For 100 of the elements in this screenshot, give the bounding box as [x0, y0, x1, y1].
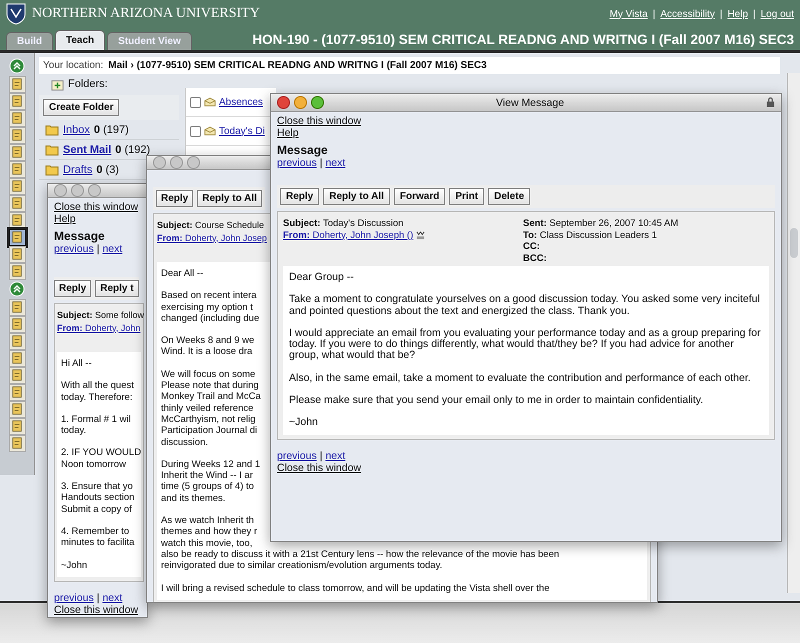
link-separator: | — [96, 243, 100, 255]
action-button[interactable]: Reply to All — [323, 188, 390, 205]
folder-count: 0 (192) — [115, 144, 150, 156]
message-subject-link[interactable]: Today's Di — [219, 126, 265, 136]
message-line: Handouts section — [61, 492, 134, 504]
folder-count: 0 (3) — [96, 164, 119, 176]
contact-card-icon[interactable] — [416, 231, 426, 240]
next-link[interactable]: next — [102, 243, 122, 255]
tool-icon[interactable] — [8, 76, 26, 93]
tool-icon[interactable] — [8, 229, 26, 246]
lock-icon — [766, 97, 775, 108]
window-zoom-button[interactable] — [311, 96, 324, 109]
university-name: NORTHERN ARIZONA UNIVERSITY — [32, 6, 260, 22]
close-window-link[interactable]: Close this window — [54, 201, 138, 213]
subject-line: Subject: Some follow — [57, 310, 144, 322]
tool-icon[interactable] — [8, 93, 26, 110]
course-title: HON-190 - (1077-9510) SEM CRITICAL READNG AND WRITNG I (Fall 2007 M16) SEC3 — [252, 32, 794, 46]
collapse-icon[interactable] — [9, 281, 25, 297]
close-window-link[interactable]: Close this window — [277, 115, 362, 127]
action-button[interactable]: Reply t — [95, 280, 139, 297]
folder-count: 0 (197) — [94, 124, 129, 136]
tool-icon[interactable] — [8, 110, 26, 127]
previous-link[interactable]: previous — [277, 157, 317, 169]
message-line: 4. Remember to — [61, 526, 130, 538]
message-line: 3. Ensure that yo — [61, 481, 133, 492]
scrollbar[interactable] — [787, 73, 800, 593]
window-close-button[interactable] — [277, 96, 290, 109]
tool-icon[interactable] — [8, 367, 26, 384]
header-link[interactable]: Accessibility — [660, 8, 715, 20]
action-button[interactable]: Reply — [156, 190, 194, 207]
message-line: Noon tomorrow — [61, 458, 126, 470]
action-button[interactable]: Reply — [280, 188, 320, 205]
previous-link[interactable]: previous — [54, 243, 94, 255]
close-window-link[interactable]: Close this window — [54, 604, 138, 616]
folder-link[interactable]: Drafts — [63, 164, 92, 176]
help-link[interactable]: Help — [277, 127, 299, 139]
help-link[interactable]: Help — [54, 213, 76, 225]
tool-icon[interactable] — [8, 333, 26, 350]
tool-icon[interactable] — [8, 127, 26, 144]
message-line: changed (including due — [161, 312, 260, 324]
message-line: I will bring a revised schedule to class tomorrow, and will be updating the Vista shell over the — [161, 582, 550, 594]
tool-icon[interactable] — [8, 178, 26, 195]
message-paragraph: Please make sure that you send your email only to me in order to maintain confidentiality. — [289, 395, 704, 406]
link-separator: | — [720, 8, 722, 20]
section-heading: Message — [54, 229, 105, 243]
message-line: As we watch Inherit th — [161, 515, 254, 526]
message-line: thinly veiled reference — [161, 402, 254, 414]
action-button[interactable]: Reply to All — [197, 190, 262, 207]
window-minimize-button[interactable] — [294, 96, 307, 109]
tool-icon[interactable] — [8, 144, 26, 161]
message-line: themes and how they r — [161, 526, 258, 538]
folder-link[interactable]: Inbox — [63, 124, 90, 136]
to-line: To: Class Discussion Leaders 1 — [523, 230, 657, 241]
shield-logo-icon — [6, 3, 26, 25]
location-label: Your location: — [43, 60, 104, 71]
header-link[interactable]: My Vista — [610, 8, 648, 20]
message-paragraph: Take a moment to congratulate yourselves on a good discussion today. You asked some very inciteful and pointed questions about the text and energized the class. Thank you. — [289, 294, 761, 317]
message-paragraph: ~John — [289, 417, 318, 429]
collapse-icon[interactable] — [9, 58, 25, 74]
tool-icon[interactable] — [8, 161, 26, 178]
tool-icon[interactable] — [8, 263, 26, 280]
sender-link[interactable]: From: Doherty, John Josep — [157, 232, 267, 244]
message-subject-link[interactable]: Absences — [219, 96, 263, 108]
action-button[interactable]: Forward — [394, 188, 446, 205]
header-link[interactable]: Log out — [760, 8, 794, 20]
window-title: View Message — [494, 96, 566, 108]
checkbox[interactable] — [190, 126, 201, 136]
tool-icon[interactable] — [8, 316, 26, 333]
folder-link[interactable]: Sent Mail — [63, 144, 112, 156]
message-line: 2. IF YOU WOULD — [61, 447, 142, 459]
message-line: watch this movie, too, — [161, 538, 252, 549]
message-line: Inherit the Wind -- I ar — [161, 470, 253, 482]
previous-link[interactable]: previous — [54, 592, 94, 604]
tab[interactable]: Teach — [55, 30, 106, 50]
action-button[interactable]: Print — [449, 188, 484, 205]
checkbox[interactable] — [190, 96, 201, 108]
tool-icon[interactable] — [8, 299, 26, 316]
header-link[interactable]: Help — [727, 8, 748, 20]
previous-link[interactable]: previous — [277, 450, 317, 462]
next-link[interactable]: next — [102, 592, 122, 604]
tool-icon[interactable] — [8, 435, 26, 452]
tool-icon[interactable] — [8, 350, 26, 367]
message-line: time (5 groups of 4) to — [161, 481, 254, 493]
sender-link[interactable]: From: Doherty, John — [57, 322, 140, 334]
tool-icon[interactable] — [8, 195, 26, 212]
action-button[interactable]: Delete — [488, 188, 530, 205]
tool-icon[interactable] — [8, 246, 26, 263]
create-folder-button[interactable]: Create Folder — [43, 99, 120, 116]
tool-icon[interactable] — [8, 418, 26, 435]
message-line: today. Therefore: — [61, 392, 132, 403]
message-line: reinvigorated due to similar creationism/evolution arguments today. — [161, 560, 442, 572]
next-link[interactable]: next — [325, 157, 346, 169]
message-line: minutes to facilita — [61, 537, 134, 549]
section-heading: Message — [277, 143, 328, 157]
tool-icon[interactable] — [8, 401, 26, 418]
next-link[interactable]: next — [325, 450, 346, 462]
action-button[interactable]: Reply — [54, 280, 92, 297]
tool-icon[interactable] — [8, 384, 26, 401]
close-window-link[interactable]: Close this window — [277, 462, 362, 474]
sender-link[interactable]: From: Doherty, John Joseph () — [283, 230, 414, 242]
